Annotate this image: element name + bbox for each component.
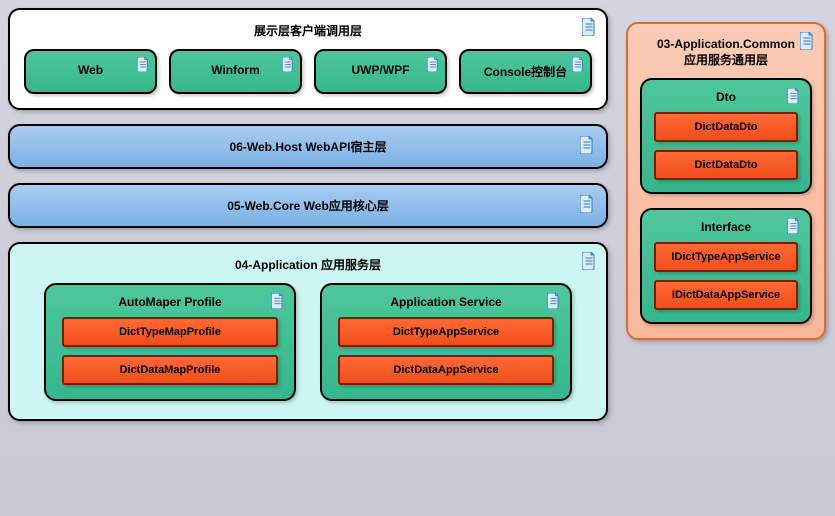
document-icon (427, 57, 439, 72)
client-label: UWP/WPF (352, 63, 410, 77)
presentation-clients-row: Web Winform UWP/WPF Console控制台 (24, 49, 592, 94)
presentation-title: 展示层客户端调用层 (24, 22, 592, 39)
client-winform: Winform (169, 49, 302, 94)
web-host-layer: 06-Web.Host WebAPI宿主层 (8, 124, 608, 169)
automapper-title: AutoMaper Profile (62, 295, 278, 309)
client-uwp-wpf: UWP/WPF (314, 49, 447, 94)
class-dictdatamapprofile: DictDataMapProfile (62, 355, 278, 385)
document-icon (580, 195, 594, 213)
web-host-title: 06-Web.Host WebAPI宿主层 (230, 140, 387, 154)
left-column: 展示层客户端调用层 Web Winform UWP/WPF Console控制台 (8, 8, 608, 508)
common-title: 03-Application.Common 应用服务通用层 (640, 36, 812, 68)
document-icon (282, 57, 294, 72)
application-inner-row: AutoMaper Profile DictTypeMapProfile Dic… (24, 283, 592, 401)
presentation-layer: 展示层客户端调用层 Web Winform UWP/WPF Console控制台 (8, 8, 608, 110)
client-label: Console控制台 (484, 65, 567, 79)
appservice-title: Application Service (338, 295, 554, 309)
web-core-layer: 05-Web.Core Web应用核心层 (8, 183, 608, 228)
document-icon (271, 293, 284, 309)
automapper-items: DictTypeMapProfile DictDataMapProfile (62, 317, 278, 385)
interface-items: IDictTypeAppService IDictDataAppService (654, 242, 798, 310)
interface-group: Interface IDictTypeAppService IDictDataA… (640, 208, 812, 324)
client-console: Console控制台 (459, 49, 592, 94)
appservice-items: DictTypeAppService DictDataAppService (338, 317, 554, 385)
right-column: 03-Application.Common 应用服务通用层 Dto DictDa… (626, 8, 826, 508)
document-icon (572, 57, 584, 72)
automapper-profile-group: AutoMaper Profile DictTypeMapProfile Dic… (44, 283, 296, 401)
interface-title: Interface (654, 220, 798, 234)
architecture-diagram: 展示层客户端调用层 Web Winform UWP/WPF Console控制台 (8, 8, 827, 508)
class-dictdatadto-1: DictDataDto (654, 112, 798, 142)
client-web: Web (24, 49, 157, 94)
application-service-group: Application Service DictTypeAppService D… (320, 283, 572, 401)
application-title: 04-Application 应用服务层 (24, 256, 592, 273)
web-core-title: 05-Web.Core Web应用核心层 (227, 199, 389, 213)
document-icon (582, 18, 596, 36)
dto-title: Dto (654, 90, 798, 104)
class-dictdataappservice: DictDataAppService (338, 355, 554, 385)
common-groups: Dto DictDataDto DictDataDto Interface ID… (640, 78, 812, 324)
dto-group: Dto DictDataDto DictDataDto (640, 78, 812, 194)
interface-idictdataappservice: IDictDataAppService (654, 280, 798, 310)
class-dictdatadto-2: DictDataDto (654, 150, 798, 180)
class-dicttypemapprofile: DictTypeMapProfile (62, 317, 278, 347)
document-icon (787, 218, 800, 234)
document-icon (582, 252, 596, 270)
application-layer: 04-Application 应用服务层 AutoMaper Profile D… (8, 242, 608, 421)
interface-idicttypeappservice: IDictTypeAppService (654, 242, 798, 272)
dto-items: DictDataDto DictDataDto (654, 112, 798, 180)
document-icon (547, 293, 560, 309)
application-common-layer: 03-Application.Common 应用服务通用层 Dto DictDa… (626, 22, 826, 340)
client-label: Web (78, 63, 103, 77)
document-icon (787, 88, 800, 104)
class-dicttypeappservice: DictTypeAppService (338, 317, 554, 347)
document-icon (580, 136, 594, 154)
document-icon (137, 57, 149, 72)
client-label: Winform (211, 63, 260, 77)
document-icon (800, 32, 814, 50)
